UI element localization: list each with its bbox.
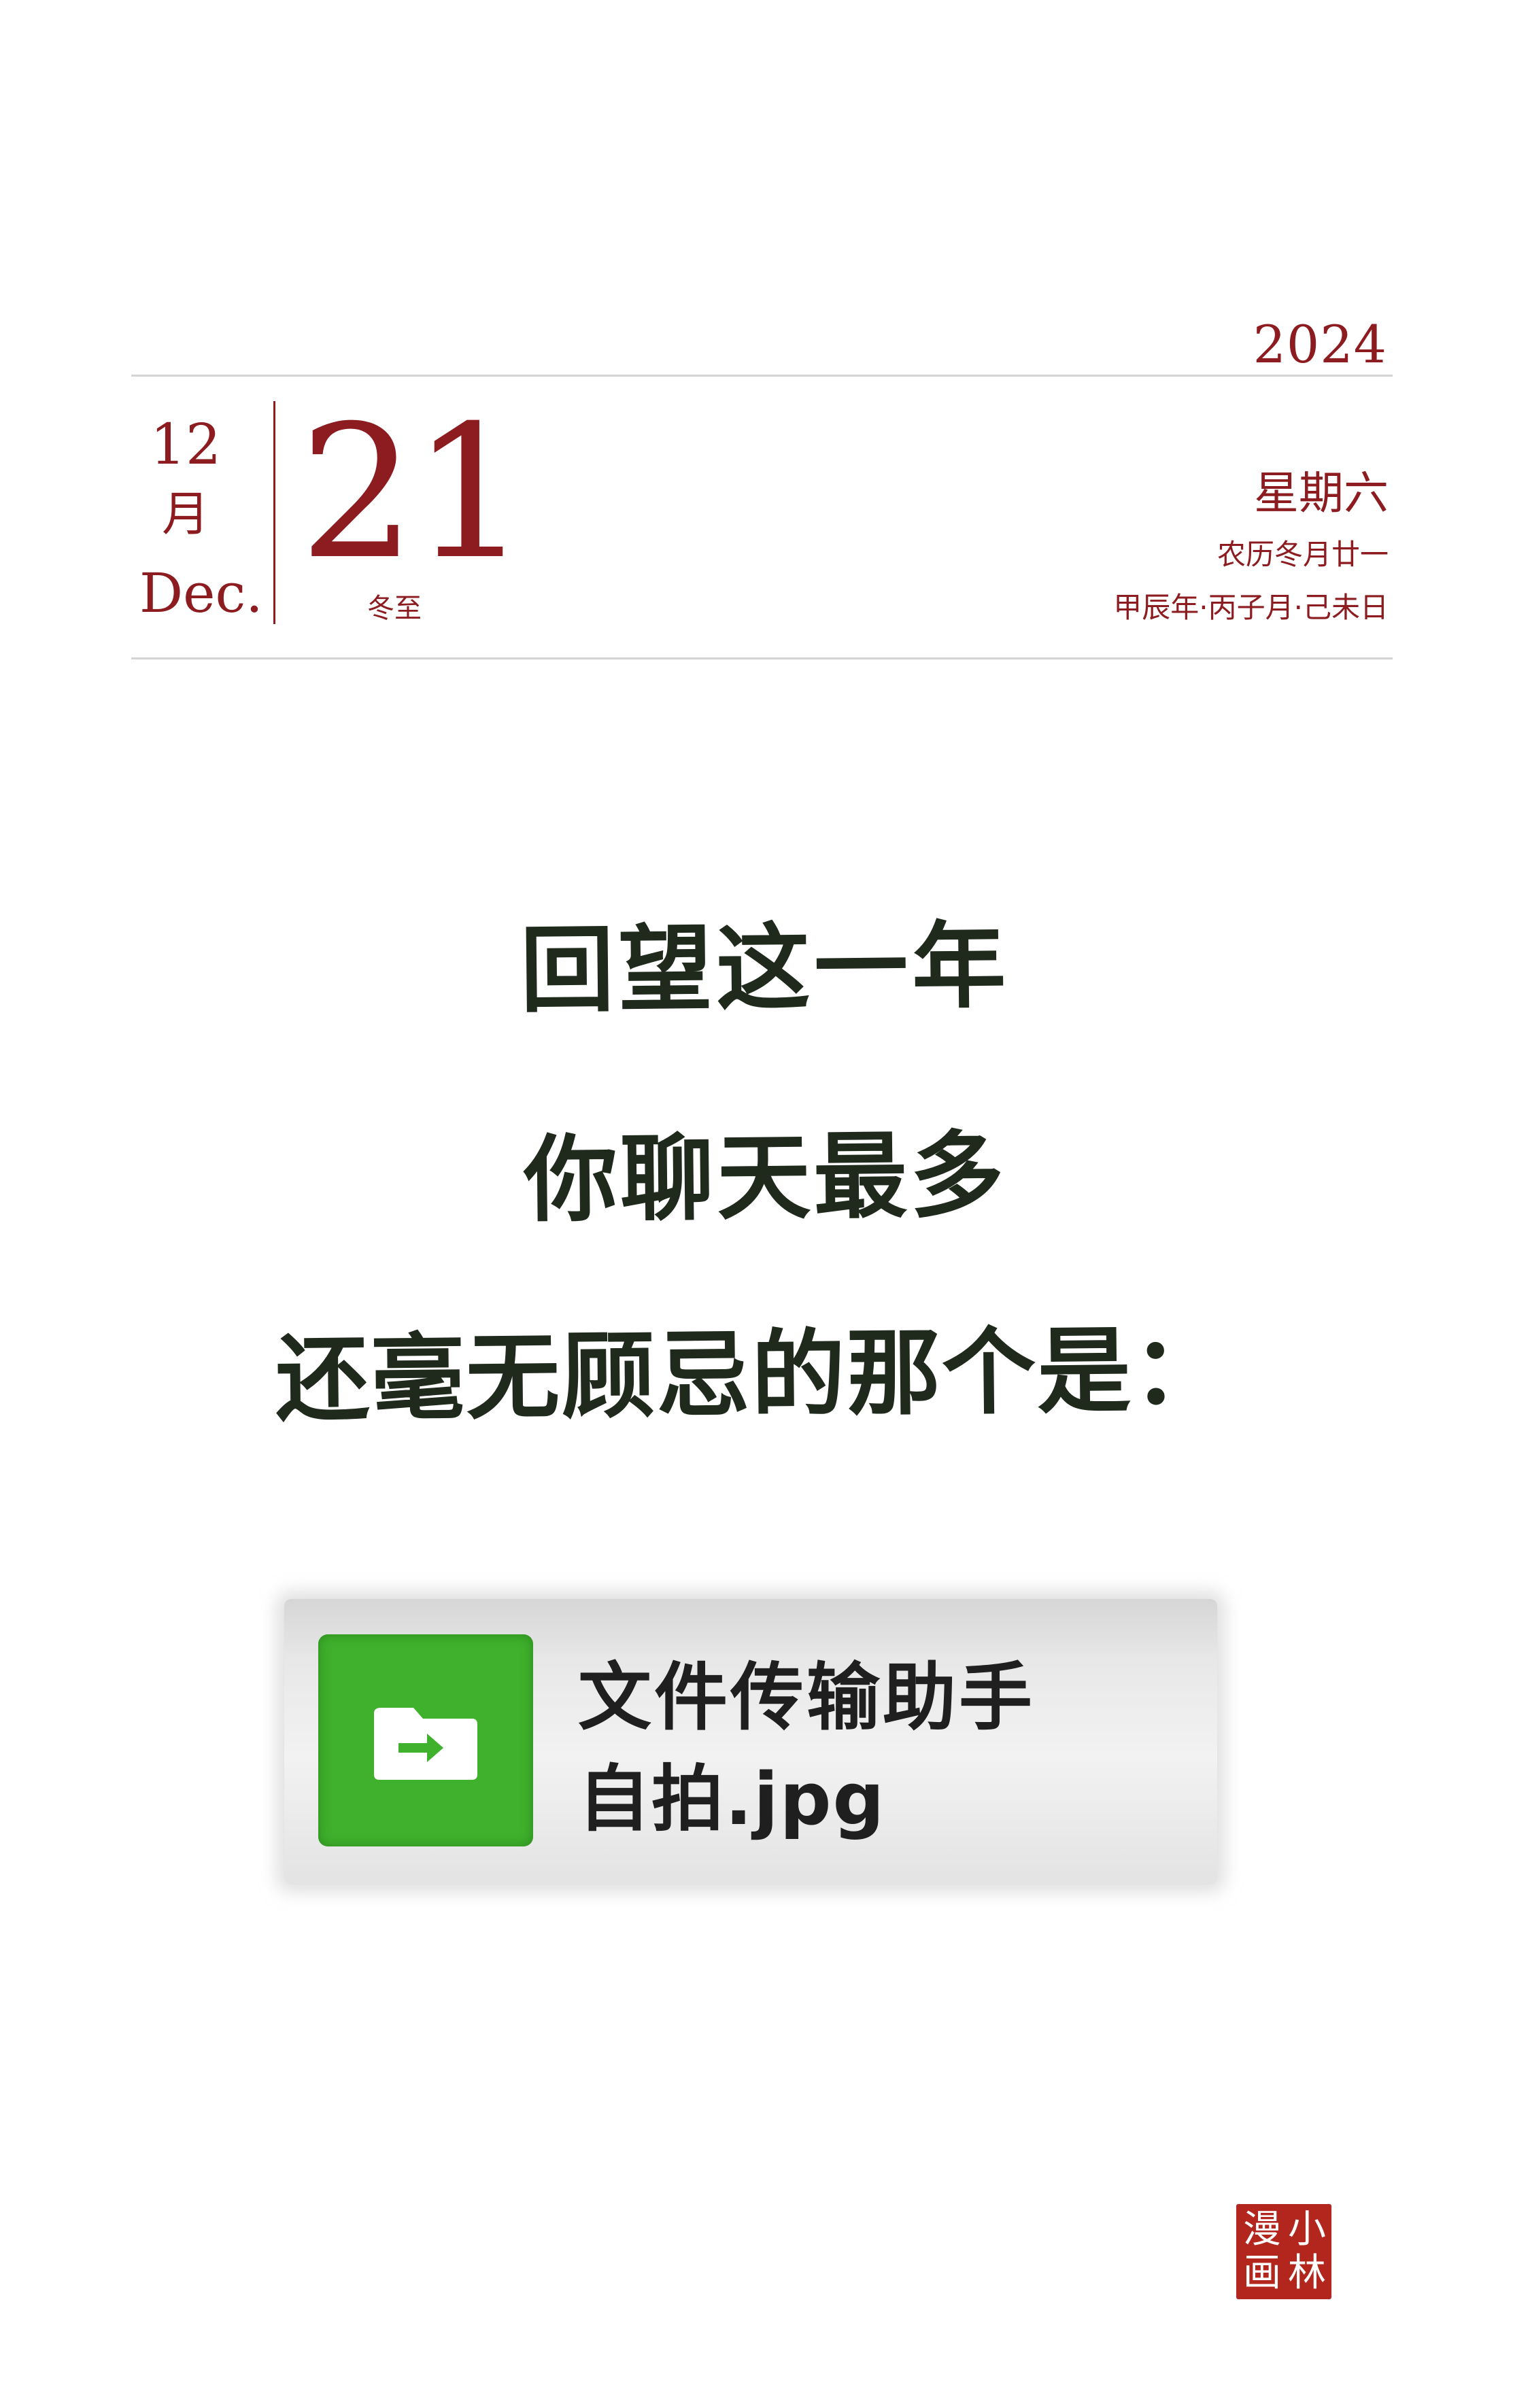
day-number: 21	[299, 385, 529, 600]
seal-char: 画	[1243, 2251, 1281, 2295]
solar-term: 冬至	[367, 593, 422, 624]
month-english: Dec.	[139, 562, 263, 625]
chat-card: 文件传输助手 自拍.jpg	[284, 1599, 1217, 1885]
message-line-2: 你聊天最多	[523, 1120, 1007, 1235]
ganzhi-date: 甲辰年·丙子月·己未日	[1113, 591, 1389, 624]
month-chinese: 月	[162, 486, 209, 542]
message-line-1: 回望这一年	[520, 911, 1010, 1026]
weekday-label: 星期六	[1254, 467, 1389, 519]
seal-char: 小	[1288, 2207, 1326, 2252]
month-day-divider	[273, 401, 275, 624]
chat-last-message: 自拍.jpg	[578, 1757, 886, 1841]
file-transfer-avatar	[318, 1634, 533, 1846]
header-bottom-rule	[131, 657, 1393, 659]
seal-char: 漫	[1243, 2207, 1281, 2252]
lunar-date: 农历冬月廿一	[1217, 538, 1389, 571]
message-line-3: 还毫无顾忌的那个是：	[275, 1315, 1228, 1435]
year-label: 2024	[1253, 314, 1387, 375]
folder-arrow-icon	[374, 1708, 477, 1780]
artist-seal: 小 林 漫 画	[1236, 2204, 1331, 2299]
month-number: 12	[150, 413, 222, 477]
chat-contact-name: 文件传输助手	[578, 1655, 1036, 1740]
seal-char: 林	[1288, 2251, 1326, 2295]
header-top-rule	[131, 375, 1393, 377]
calendar-page: 2024 12 月 Dec. 21 冬至 星期六 农历冬月廿一 甲辰年·丙子月·…	[0, 0, 1530, 2408]
